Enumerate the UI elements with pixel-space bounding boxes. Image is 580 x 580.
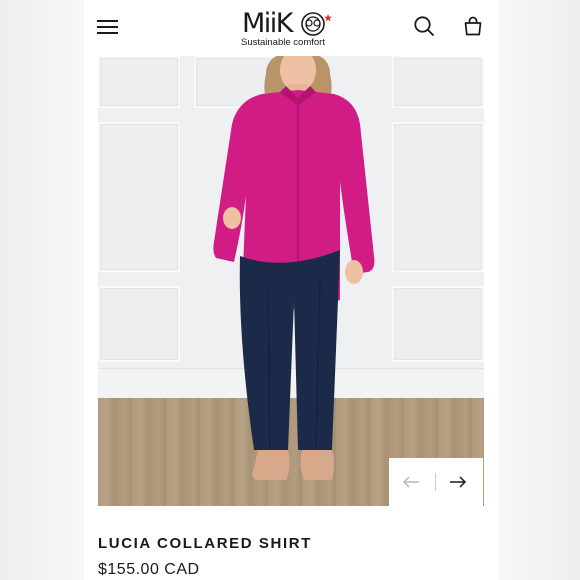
logo-swirl-icon bbox=[301, 12, 332, 36]
brand-name: MiiK bbox=[242, 8, 294, 39]
shopping-bag-icon[interactable] bbox=[461, 14, 485, 38]
carousel-controls bbox=[389, 458, 483, 506]
brand-tagline: Sustainable comfort bbox=[241, 37, 325, 48]
arrow-left-icon[interactable] bbox=[401, 471, 423, 493]
hamburger-menu-icon[interactable] bbox=[97, 17, 119, 35]
search-icon[interactable] bbox=[412, 14, 436, 38]
product-price: $155.00 CAD bbox=[98, 561, 200, 578]
arrow-right-icon[interactable] bbox=[447, 471, 469, 493]
carousel-divider bbox=[435, 473, 436, 491]
site-header: MiiK Sustainable comfort bbox=[84, 0, 498, 54]
product-image[interactable] bbox=[98, 56, 484, 506]
model-figure bbox=[213, 56, 375, 480]
product-title: LUCIA COLLARED SHIRT bbox=[98, 535, 312, 552]
brand-logo[interactable]: MiiK Sustainable comfort bbox=[236, 7, 356, 51]
product-page: MiiK Sustainable comfort LUCIA COLLARED … bbox=[84, 0, 498, 580]
pants-shape bbox=[239, 250, 340, 450]
